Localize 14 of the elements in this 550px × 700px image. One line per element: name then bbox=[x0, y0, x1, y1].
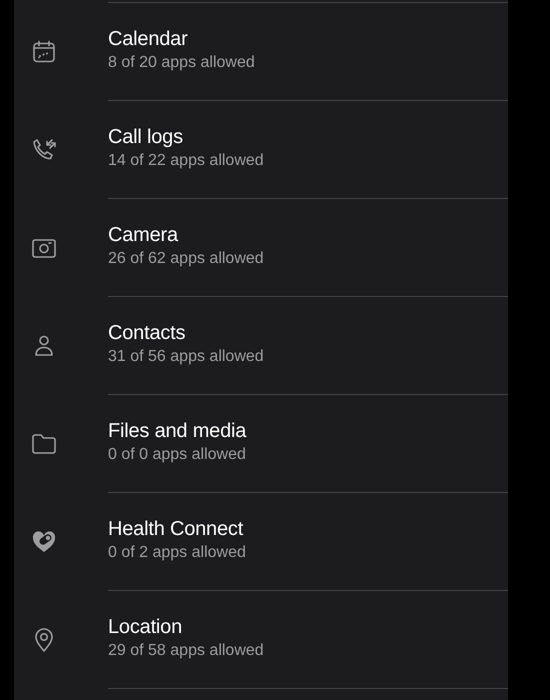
permission-title[interactable]: Camera bbox=[108, 222, 508, 246]
permission-summary: 26 of 62 apps allowed bbox=[108, 248, 265, 268]
permission-title[interactable]: Call logs bbox=[108, 124, 508, 148]
permission-summary: 29 of 58 apps allowed bbox=[108, 640, 265, 660]
permission-summary: 31 of 56 apps allowed bbox=[108, 346, 265, 366]
permission-summary: 8 of 20 apps allowed bbox=[108, 52, 256, 72]
permission-title[interactable]: Location bbox=[108, 614, 508, 638]
permission-title[interactable]: Files and media bbox=[108, 418, 508, 442]
permission-title[interactable]: Health Connect bbox=[108, 516, 508, 540]
permission-summary: 0 of 2 apps allowed bbox=[108, 542, 247, 562]
permission-summary: 14 of 22 apps allowed bbox=[108, 150, 265, 170]
permission-summary: 0 of 0 apps allowed bbox=[108, 444, 247, 464]
permission-title[interactable]: Contacts bbox=[108, 320, 508, 344]
permission-title[interactable]: Calendar bbox=[108, 26, 508, 50]
